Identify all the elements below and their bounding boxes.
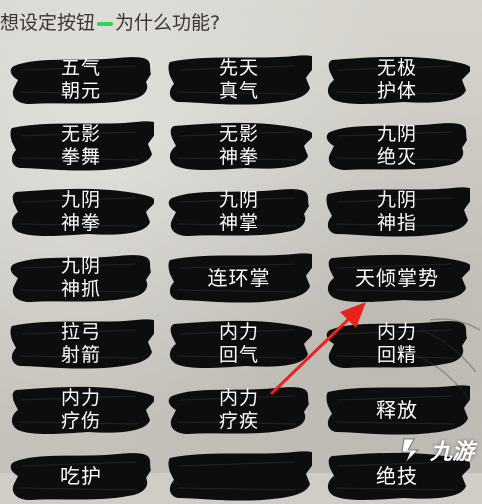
skill-button-label: 九阴 神指 [377,189,417,235]
skill-button[interactable]: 九阴 神拳 [8,184,154,240]
skill-button-label: 天倾掌势 [355,265,439,290]
skill-button[interactable]: 先天 真气 [166,52,312,108]
skill-button-label: 无影 拳舞 [61,123,101,169]
skill-button[interactable]: 九阴 神掌 [166,184,312,240]
skill-label-line1: 绝技 [376,463,418,488]
skill-button-label: 绝技 [376,463,418,488]
skill-button-label: 九阴 神掌 [219,189,259,235]
skill-button[interactable]: 吃护 [8,448,154,504]
skill-label-line1: 拉弓 [60,321,101,343]
skill-button-label: 内力 回气 [219,321,259,367]
skill-button[interactable]: 连环掌 [166,250,312,306]
skill-button[interactable]: 内力 回精 [324,316,470,372]
skill-label-line1: 九阴 [60,255,101,277]
skill-label-line2: 回精 [376,344,417,366]
skill-button[interactable]: 拉弓 射箭 [8,316,154,372]
skill-label-line2: 神抓 [60,278,101,300]
skill-label-line2: 回气 [218,344,259,366]
ink-brush-stroke [168,451,312,501]
skill-label-line1: 内力 [218,387,259,409]
skill-button[interactable]: 无极 护体 [324,52,470,108]
watermark-text: 九游 [429,439,474,465]
skill-button-label: 九阴 神抓 [61,255,101,301]
skill-button-label: 九阴 神拳 [61,189,101,235]
skill-label-line2: 护体 [376,80,417,102]
skill-button[interactable]: 释放 [324,382,470,438]
skill-label-line1: 先天 [218,57,259,79]
skill-button-label: 无影 神拳 [219,123,259,169]
skill-button-label: 吃护 [60,463,102,488]
skill-button-grid: 五气 朝元 先天 真气 无极 护体 无影 拳舞 无影 神拳 九阴 绝灭 九阴 神拳 九阴 神掌 九阴 神指 九阴 神抓… [0,0,482,501]
skill-label-line1: 无极 [376,57,417,79]
skill-button-label: 内力 疗伤 [61,387,101,433]
skill-button[interactable]: 九阴 神抓 [8,250,154,306]
skill-label-line2: 神拳 [60,212,101,234]
skill-label-line1: 五气 [60,57,101,79]
skill-button[interactable]: 九阴 神指 [324,184,470,240]
skill-button-label: 内力 疗疾 [219,387,259,433]
skill-label-line1: 连环掌 [207,265,271,290]
skill-button[interactable]: 无影 神拳 [166,118,312,174]
skill-label-line2: 朝元 [60,80,101,102]
skill-label-line2: 拳舞 [60,146,101,168]
skill-button[interactable]: 九阴 绝灭 [324,118,470,174]
skill-button-label: 五气 朝元 [61,57,101,103]
skill-button-label: 无极 护体 [377,57,417,103]
skill-label-line2: 绝灭 [376,146,417,168]
skill-button-label: 九阴 绝灭 [377,123,417,169]
skill-label-line1: 内力 [60,387,101,409]
skill-label-line1: 释放 [376,397,418,422]
skill-label-line2: 神指 [376,212,417,234]
skill-label-line1: 九阴 [218,189,259,211]
skill-label-line2: 射箭 [60,344,101,366]
skill-button-label: 连环掌 [207,265,271,290]
skill-label-line2: 神掌 [218,212,259,234]
skill-label-line1: 天倾掌势 [355,265,439,290]
skill-label-line1: 九阴 [60,189,101,211]
watermark: 九游 [396,433,474,467]
skill-label-line1: 九阴 [376,189,417,211]
skill-label-line1: 九阴 [376,123,417,145]
skill-button-label: 拉弓 射箭 [61,321,101,367]
skill-button[interactable]: 内力 疗伤 [8,382,154,438]
jiuyou-logo-icon [401,438,420,463]
skill-label-line1: 无影 [60,123,101,145]
skill-label-line1: 内力 [218,321,259,343]
skill-button[interactable]: 天倾掌势 [324,250,470,306]
skill-label-line1: 吃护 [60,463,102,488]
skill-label-line1: 内力 [376,321,417,343]
skill-button[interactable]: 内力 疗疾 [166,382,312,438]
skill-label-line2: 疗伤 [60,410,101,432]
skill-button[interactable] [166,448,312,504]
skill-button[interactable]: 内力 回气 [166,316,312,372]
skill-button-label: 释放 [376,397,418,422]
skill-label-line1: 无影 [218,123,259,145]
skill-label-line2: 疗疾 [218,410,259,432]
skill-button[interactable]: 五气 朝元 [8,52,154,108]
skill-button-label: 先天 真气 [219,57,259,103]
skill-label-line2: 真气 [218,80,259,102]
skill-label-line2: 神拳 [218,146,259,168]
skill-button-label: 内力 回精 [377,321,417,367]
skill-button[interactable]: 无影 拳舞 [8,118,154,174]
